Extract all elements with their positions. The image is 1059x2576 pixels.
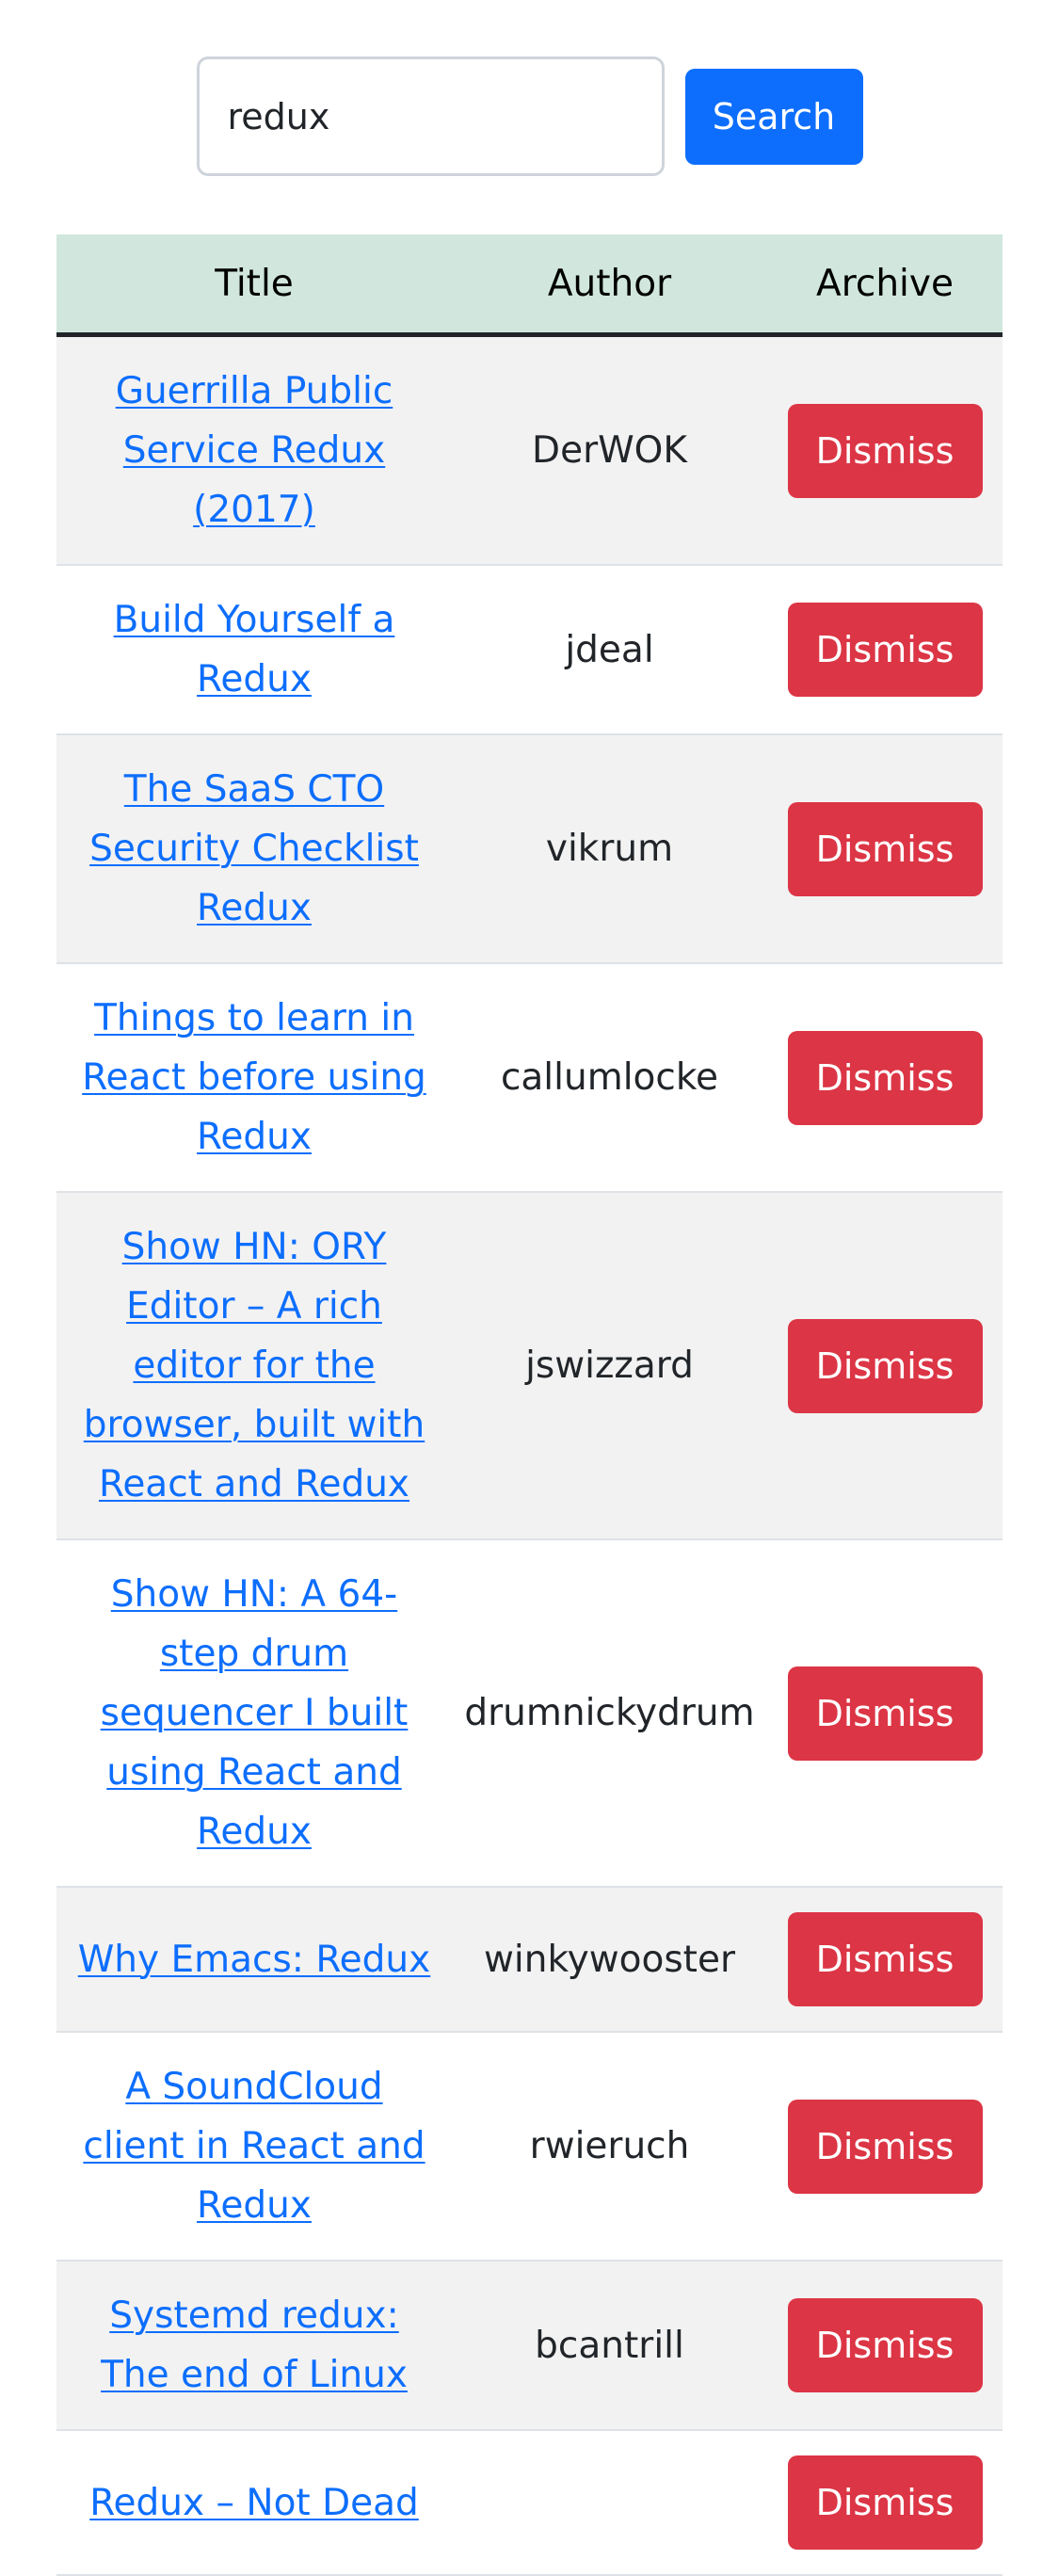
dismiss-button[interactable]: Dismiss	[787, 2298, 983, 2392]
story-title-link[interactable]: Show HN: ORY Editor – A rich editor for …	[84, 1226, 425, 1505]
dismiss-button[interactable]: Dismiss	[787, 2455, 983, 2550]
table-row: Redux – Not Dead Dismiss	[56, 2430, 1003, 2576]
dismiss-button[interactable]: Dismiss	[787, 603, 983, 697]
archive-cell: Dismiss	[767, 1539, 1003, 1888]
archive-cell: Dismiss	[767, 1887, 1003, 2033]
story-title-link[interactable]: Why Emacs: Redux	[78, 1939, 430, 1981]
table-row: Things to learn in React before using Re…	[56, 963, 1003, 1193]
author-cell	[452, 2430, 767, 2576]
archive-cell: Dismiss	[767, 2430, 1003, 2576]
dismiss-button[interactable]: Dismiss	[787, 1318, 983, 1413]
dismiss-button[interactable]: Dismiss	[787, 801, 983, 896]
author-cell: vikrum	[452, 734, 767, 964]
title-cell: Systemd redux: The end of Linux	[56, 2261, 452, 2431]
author-column-header: Author	[452, 234, 767, 337]
story-title-link[interactable]: Build Yourself a Redux	[114, 599, 395, 700]
archive-cell: Dismiss	[767, 2261, 1003, 2431]
archive-cell: Dismiss	[767, 334, 1003, 566]
dismiss-button[interactable]: Dismiss	[787, 1030, 983, 1125]
archive-column-header: Archive	[767, 234, 1003, 337]
table-row: Show HN: ORY Editor – A rich editor for …	[56, 1192, 1003, 1540]
table-header-row: Title Author Archive	[56, 234, 1003, 337]
dismiss-button[interactable]: Dismiss	[787, 1912, 983, 2006]
author-cell: callumlocke	[452, 963, 767, 1193]
archive-cell: Dismiss	[767, 1192, 1003, 1540]
title-cell: Build Yourself a Redux	[56, 565, 452, 735]
title-cell: Guerrilla Public Service Redux (2017)	[56, 334, 452, 566]
author-cell: DerWOK	[452, 334, 767, 566]
archive-cell: Dismiss	[767, 963, 1003, 1193]
stories-table-container: Title Author Archive Guerrilla Public Se…	[56, 234, 1003, 2576]
story-title-link[interactable]: A SoundCloud client in React and Redux	[83, 2066, 425, 2227]
author-cell: rwieruch	[452, 2032, 767, 2262]
title-cell: Redux – Not Dead	[56, 2430, 452, 2576]
title-cell: The SaaS CTO Security Checklist Redux	[56, 734, 452, 964]
table-row: A SoundCloud client in React and Redux r…	[56, 2032, 1003, 2262]
title-cell: Show HN: ORY Editor – A rich editor for …	[56, 1192, 452, 1540]
title-cell: A SoundCloud client in React and Redux	[56, 2032, 452, 2262]
search-bar: Search	[0, 56, 1059, 176]
table-row: Systemd redux: The end of Linux bcantril…	[56, 2261, 1003, 2431]
story-title-link[interactable]: Systemd redux: The end of Linux	[101, 2294, 408, 2396]
author-cell: bcantrill	[452, 2261, 767, 2431]
dismiss-button[interactable]: Dismiss	[787, 2099, 983, 2194]
title-column-header: Title	[56, 234, 452, 337]
dismiss-button[interactable]: Dismiss	[787, 403, 983, 498]
table-row: The SaaS CTO Security Checklist Redux vi…	[56, 734, 1003, 964]
story-title-link[interactable]: The SaaS CTO Security Checklist Redux	[89, 768, 419, 929]
author-cell: winkywooster	[452, 1887, 767, 2033]
author-cell: jdeal	[452, 565, 767, 735]
archive-cell: Dismiss	[767, 2032, 1003, 2262]
story-title-link[interactable]: Show HN: A 64-step drum sequencer I buil…	[101, 1573, 409, 1853]
archive-cell: Dismiss	[767, 565, 1003, 735]
title-cell: Show HN: A 64-step drum sequencer I buil…	[56, 1539, 452, 1888]
table-row: Why Emacs: Redux winkywooster Dismiss	[56, 1887, 1003, 2033]
search-button[interactable]: Search	[684, 68, 863, 165]
dismiss-button[interactable]: Dismiss	[787, 1666, 983, 1761]
title-cell: Things to learn in React before using Re…	[56, 963, 452, 1193]
table-row: Show HN: A 64-step drum sequencer I buil…	[56, 1539, 1003, 1888]
author-cell: jswizzard	[452, 1192, 767, 1540]
author-cell: drumnickydrum	[452, 1539, 767, 1888]
story-title-link[interactable]: Guerrilla Public Service Redux (2017)	[116, 370, 393, 531]
story-title-link[interactable]: Things to learn in React before using Re…	[82, 997, 426, 1158]
archive-cell: Dismiss	[767, 734, 1003, 964]
search-input[interactable]	[196, 56, 665, 176]
table-row: Build Yourself a Redux jdeal Dismiss	[56, 565, 1003, 735]
story-title-link[interactable]: Redux – Not Dead	[89, 2482, 419, 2524]
stories-table: Title Author Archive Guerrilla Public Se…	[56, 234, 1003, 2576]
title-cell: Why Emacs: Redux	[56, 1887, 452, 2033]
table-row: Guerrilla Public Service Redux (2017) De…	[56, 334, 1003, 566]
